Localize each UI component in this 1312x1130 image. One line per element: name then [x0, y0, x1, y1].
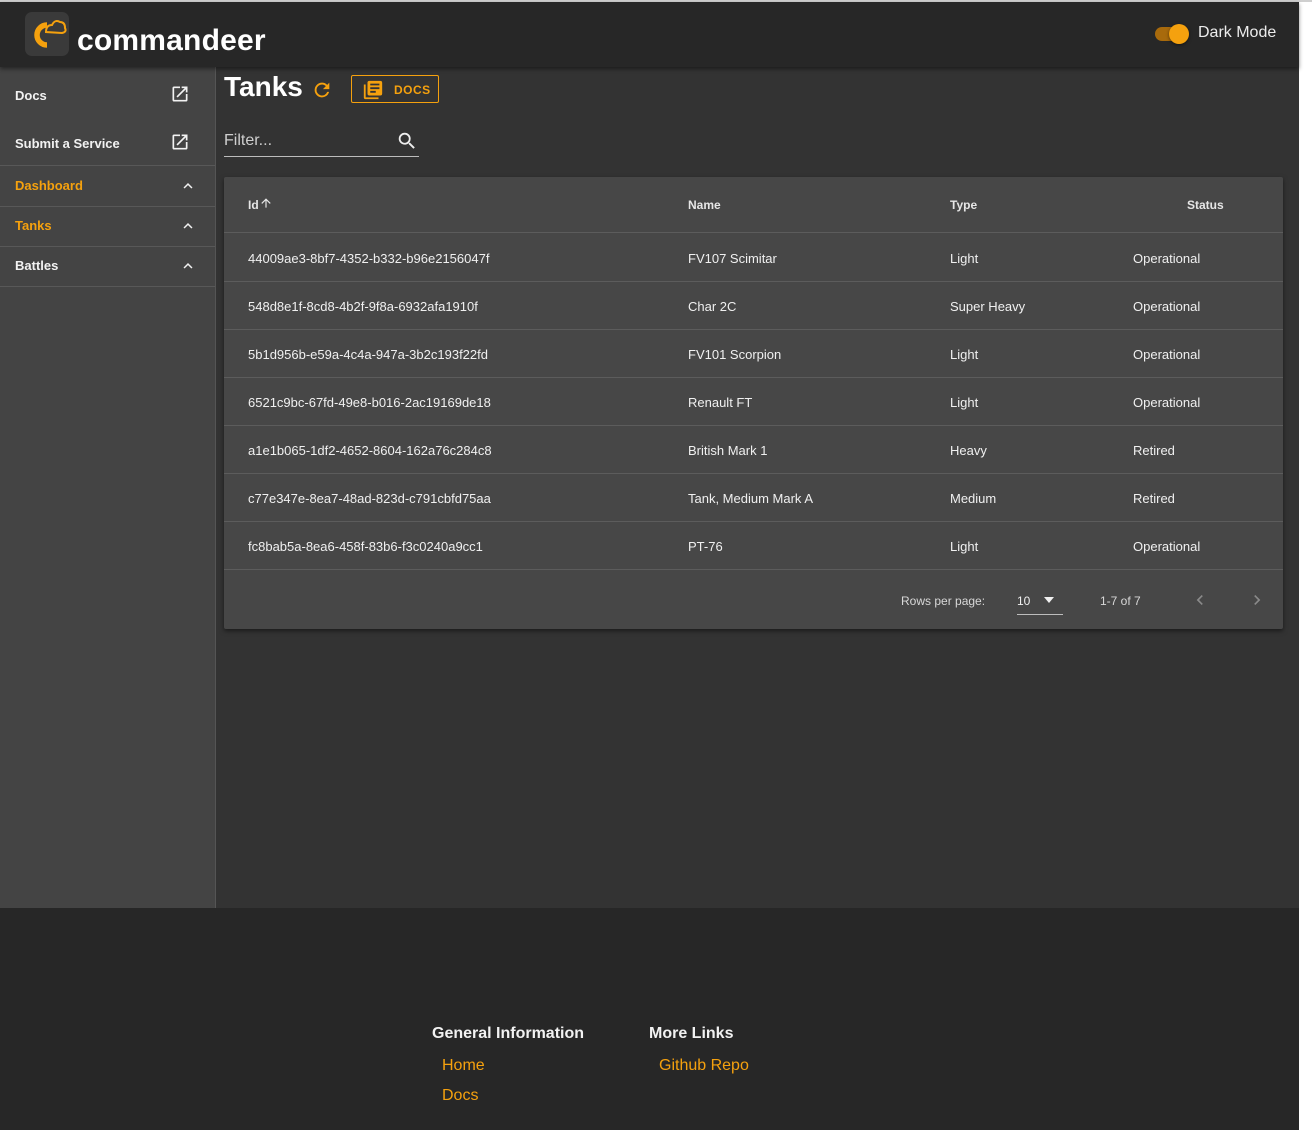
refresh-icon[interactable] — [311, 79, 333, 101]
cell-type: Medium — [950, 491, 997, 506]
docs-button[interactable]: DOCS — [351, 75, 439, 103]
sidebar-section-label: Battles — [15, 258, 59, 273]
brand-name: commandeer — [77, 24, 266, 57]
table-row[interactable]: c77e347e-8ea7-48ad-823d-c791cbfd75aa Tan… — [224, 474, 1283, 522]
filter-input[interactable] — [224, 129, 384, 153]
cell-id: 548d8e1f-8cd8-4b2f-9f8a-6932afa1910f — [248, 299, 478, 314]
chevron-up-icon — [183, 223, 193, 229]
cell-status: Operational — [1133, 395, 1201, 410]
column-header-name[interactable]: Name — [688, 198, 721, 212]
column-header-type[interactable]: Type — [950, 198, 977, 212]
cell-name: Tank, Medium Mark A — [688, 491, 813, 506]
main-content: Tanks DOCS Id Name Type Status 44009ae3-… — [216, 67, 1299, 908]
sidebar-link-label: Docs — [15, 88, 47, 103]
library-books-icon — [363, 80, 383, 100]
cell-status: Operational — [1133, 347, 1201, 362]
sidebar: Docs Submit a Service Dashboard Tanks Ba… — [0, 67, 216, 908]
rows-per-page-label: Rows per page: — [901, 594, 986, 608]
page-title: Tanks — [224, 71, 303, 102]
cell-name: PT-76 — [688, 539, 723, 554]
sidebar-section-battles[interactable]: Battles — [0, 246, 215, 286]
cell-status: Operational — [1133, 299, 1201, 314]
sidebar-divider — [0, 286, 215, 287]
rows-per-page-value: 10 — [1017, 594, 1031, 608]
dark-mode-label: Dark Mode — [1198, 24, 1277, 41]
sidebar-link-docs[interactable]: Docs — [0, 70, 215, 118]
cell-type: Light — [950, 347, 979, 362]
cell-id: fc8bab5a-8ea6-458f-83b6-f3c0240a9cc1 — [248, 539, 483, 554]
table-row[interactable]: a1e1b065-1df2-4652-8604-162a76c284c8 Bri… — [224, 426, 1283, 474]
table-row[interactable]: 44009ae3-8bf7-4352-b332-b96e2156047f FV1… — [224, 234, 1283, 282]
cell-status: Operational — [1133, 539, 1201, 554]
cell-name: Char 2C — [688, 299, 737, 314]
open-in-new-icon — [172, 86, 188, 102]
docs-button-label: DOCS — [394, 83, 431, 97]
column-header-id[interactable]: Id — [248, 198, 259, 212]
cell-status: Operational — [1133, 251, 1201, 266]
sidebar-section-dashboard[interactable]: Dashboard — [0, 166, 215, 206]
sidebar-link-submit-service[interactable]: Submit a Service — [0, 118, 215, 166]
table-row[interactable]: 6521c9bc-67fd-49e8-b016-2ac19169de18 Ren… — [224, 378, 1283, 426]
table-pagination: Rows per page: 10 1-7 of 7 — [224, 572, 1283, 629]
sidebar-section-label: Dashboard — [15, 178, 83, 193]
cell-type: Light — [950, 395, 979, 410]
sidebar-link-label: Submit a Service — [15, 136, 120, 151]
search-icon[interactable] — [396, 130, 418, 152]
cell-name: FV107 Scimitar — [688, 251, 777, 266]
table-row[interactable]: 548d8e1f-8cd8-4b2f-9f8a-6932afa1910f Cha… — [224, 282, 1283, 330]
footer-link-home[interactable]: Home — [442, 1057, 485, 1075]
footer: General Information Home Docs More Links… — [0, 908, 1299, 1130]
cell-type: Super Heavy — [950, 299, 1026, 314]
chevron-up-icon — [183, 183, 193, 189]
column-header-status[interactable]: Status — [1187, 198, 1224, 212]
dark-mode-toggle[interactable] — [1153, 22, 1191, 46]
previous-page-icon[interactable] — [1190, 590, 1210, 610]
footer-link-docs[interactable]: Docs — [442, 1087, 478, 1105]
cell-id: 44009ae3-8bf7-4352-b332-b96e2156047f — [248, 251, 490, 266]
table-header: Id Name Type Status — [224, 177, 1283, 233]
footer-title-general-information: General Information — [432, 1025, 585, 1042]
caret-down-icon — [1044, 597, 1054, 603]
table-row[interactable]: fc8bab5a-8ea6-458f-83b6-f3c0240a9cc1 PT-… — [224, 522, 1283, 570]
pagination-range: 1-7 of 7 — [1100, 594, 1141, 608]
cell-id: a1e1b065-1df2-4652-8604-162a76c284c8 — [248, 443, 492, 458]
cell-type: Light — [950, 251, 979, 266]
footer-title-more-links: More Links — [649, 1025, 734, 1042]
cell-type: Light — [950, 539, 979, 554]
arrow-up-icon[interactable] — [259, 196, 273, 210]
sidebar-section-label: Tanks — [15, 218, 52, 233]
cell-name: British Mark 1 — [688, 443, 768, 458]
cell-type: Heavy — [950, 443, 987, 458]
app-bar: commandeer Dark Mode — [0, 2, 1299, 67]
open-in-new-icon — [172, 134, 188, 150]
filter-field — [224, 127, 419, 157]
tanks-table: Id Name Type Status 44009ae3-8bf7-4352-b… — [224, 177, 1283, 629]
cell-name: FV101 Scorpion — [688, 347, 782, 362]
next-page-icon[interactable] — [1247, 590, 1267, 610]
toggle-knob — [1169, 24, 1189, 44]
cell-id: c77e347e-8ea7-48ad-823d-c791cbfd75aa — [248, 491, 491, 506]
cell-name: Renault FT — [688, 395, 753, 410]
rows-per-page-select[interactable]: 10 — [1017, 584, 1063, 615]
sidebar-section-tanks[interactable]: Tanks — [0, 206, 215, 246]
cell-status: Retired — [1133, 491, 1175, 506]
cell-id: 5b1d956b-e59a-4c4a-947a-3b2c193f22fd — [248, 347, 488, 362]
cell-id: 6521c9bc-67fd-49e8-b016-2ac19169de18 — [248, 395, 491, 410]
cell-status: Retired — [1133, 443, 1175, 458]
table-row[interactable]: 5b1d956b-e59a-4c4a-947a-3b2c193f22fd FV1… — [224, 330, 1283, 378]
chevron-up-icon — [183, 263, 193, 269]
commandeer-logo-icon[interactable] — [25, 12, 69, 56]
footer-link-github-repo[interactable]: Github Repo — [659, 1057, 749, 1075]
